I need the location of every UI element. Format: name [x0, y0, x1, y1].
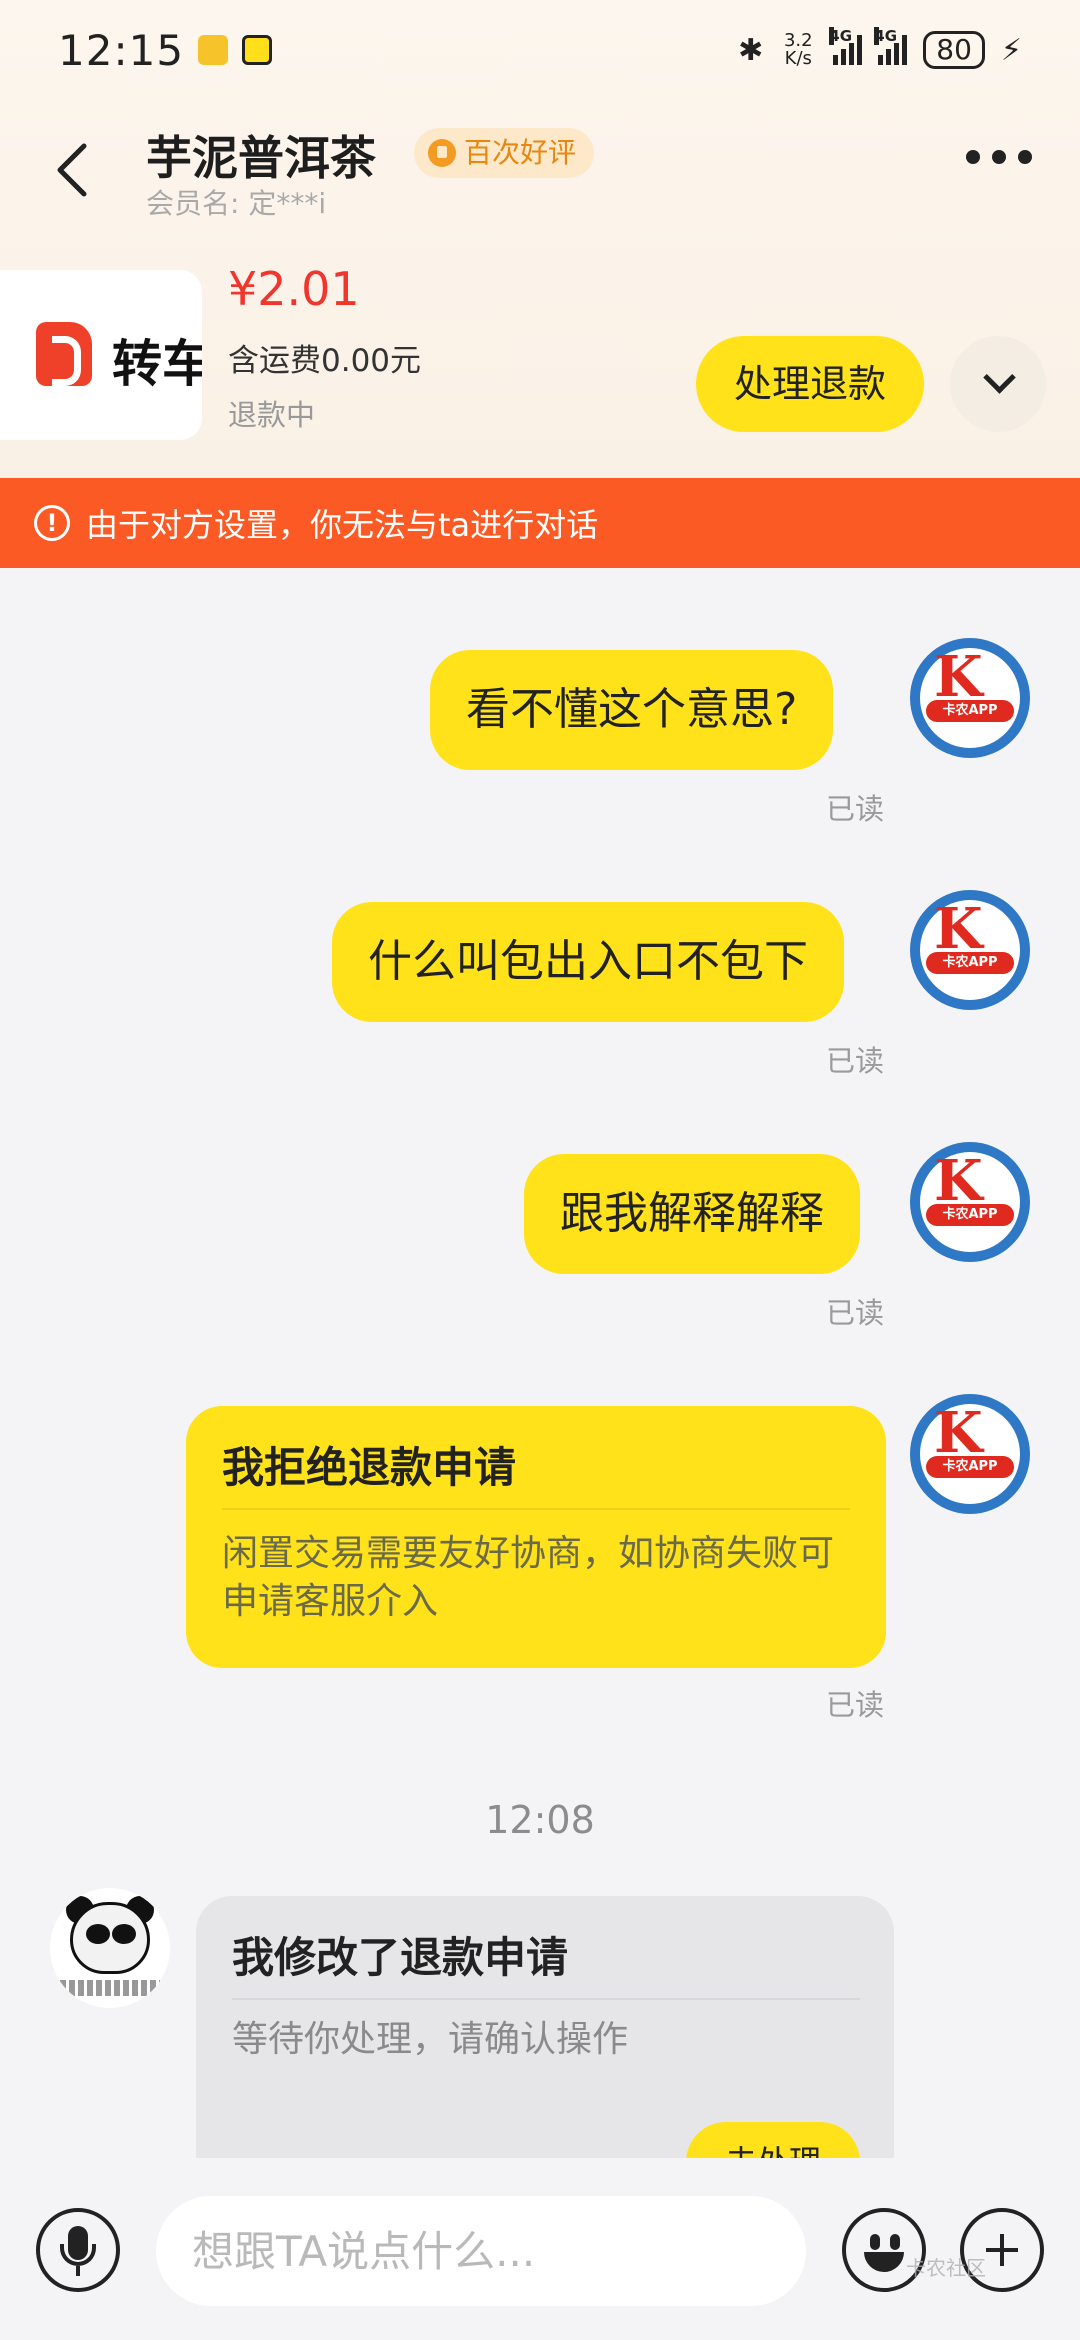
status-bar: 12:15 ✱ 3.2 K/s 4G 4G 80 ⚡ [0, 0, 1080, 100]
refund-status: 退款中 [228, 398, 316, 432]
signal-label-2: 4G [874, 27, 898, 45]
bluetooth-icon: ✱ [738, 32, 764, 68]
card-divider [232, 1998, 860, 2000]
app-logo-icon [36, 322, 92, 386]
watermark: 卡农社区 [906, 2256, 986, 2280]
chevron-down-icon[interactable] [950, 336, 1046, 432]
my-avatar[interactable]: K 卡农APP [910, 638, 1030, 758]
product-price: ¥2.01 [228, 262, 360, 316]
message-bubble[interactable]: 什么叫包出入口不包下 [332, 902, 844, 1022]
read-receipt: 已读 [826, 1044, 885, 1078]
net-speed-unit: K/s [784, 48, 812, 69]
status-time: 12:15 [58, 25, 185, 75]
go-process-button[interactable]: 去处理 [686, 2122, 860, 2158]
notification-app-icon-2 [242, 35, 273, 65]
chat-header: 芋泥普洱茶 百次好评 会员名: 定***i [0, 110, 1080, 220]
card-title: 我拒绝退款申请 [222, 1443, 517, 1492]
card-body: 等待你处理，请确认操作 [232, 2019, 629, 2060]
shipping-fee: 含运费0.00元 [228, 343, 422, 379]
battery-indicator: 80 [923, 31, 985, 69]
input-bar [0, 2158, 1080, 2340]
seller-avatar[interactable] [50, 1888, 170, 2008]
more-options-icon[interactable] [966, 150, 1032, 164]
back-arrow-icon[interactable] [48, 140, 108, 200]
signal-label: 4G [829, 27, 853, 45]
avatar-tag: 卡农APP [926, 1204, 1014, 1226]
time-separator: 12:08 [485, 1798, 595, 1842]
rating-badge: 百次好评 [414, 128, 595, 178]
charging-icon: ⚡ [1000, 32, 1022, 68]
card-title: 我修改了退款申请 [232, 1933, 569, 1982]
warning-banner: ! 由于对方设置，你无法与ta进行对话 [0, 478, 1080, 568]
member-name: 会员名: 定***i [146, 187, 327, 220]
warning-text: 由于对方设置，你无法与ta进行对话 [86, 506, 599, 544]
badge-label: 百次好评 [464, 136, 577, 169]
chat-area[interactable]: 看不懂这个意思? K 卡农APP 已读 什么叫包出入口不包下 K 卡农APP 已读 … [0, 568, 1080, 2158]
signal-icon-2: 4G [874, 27, 908, 65]
process-refund-button[interactable]: 处理退款 [696, 336, 924, 432]
signal-icon: 4G [829, 27, 863, 65]
thumbnail-text: 转车 [112, 335, 202, 393]
refund-modified-card[interactable]: 我修改了退款申请 等待你处理，请确认操作 去处理 [196, 1896, 894, 2158]
my-avatar[interactable]: K 卡农APP [910, 890, 1030, 1010]
avatar-tag: 卡农APP [926, 952, 1014, 974]
card-body: 闲置交易需要友好协商，如协商失败可申请客服介入 [222, 1533, 835, 1622]
read-receipt: 已读 [826, 1296, 885, 1330]
message-bubble[interactable]: 跟我解释解释 [524, 1154, 860, 1274]
my-avatar[interactable]: K 卡农APP [910, 1142, 1030, 1262]
read-receipt: 已读 [826, 792, 885, 826]
avatar-tag: 卡农APP [926, 700, 1014, 722]
card-divider [222, 1508, 850, 1510]
avatar-tag: 卡农APP [926, 1456, 1014, 1478]
shop-name[interactable]: 芋泥普洱茶 [146, 122, 376, 188]
my-avatar[interactable]: K 卡农APP [910, 1394, 1030, 1514]
microphone-icon[interactable] [36, 2208, 120, 2292]
message-input[interactable] [156, 2196, 806, 2306]
product-thumbnail[interactable]: 转车 [0, 270, 202, 440]
notification-app-icon [198, 35, 229, 65]
status-right: ✱ 3.2 K/s 4G 4G 80 ⚡ [738, 27, 1022, 69]
refund-rejected-card[interactable]: 我拒绝退款申请 闲置交易需要友好协商，如协商失败可申请客服介入 [186, 1406, 886, 1668]
thumbs-up-icon [428, 139, 456, 167]
read-receipt: 已读 [826, 1688, 885, 1722]
message-bubble[interactable]: 看不懂这个意思? [430, 650, 834, 770]
alert-icon: ! [34, 505, 70, 541]
net-speed: 3.2 K/s [779, 32, 817, 68]
